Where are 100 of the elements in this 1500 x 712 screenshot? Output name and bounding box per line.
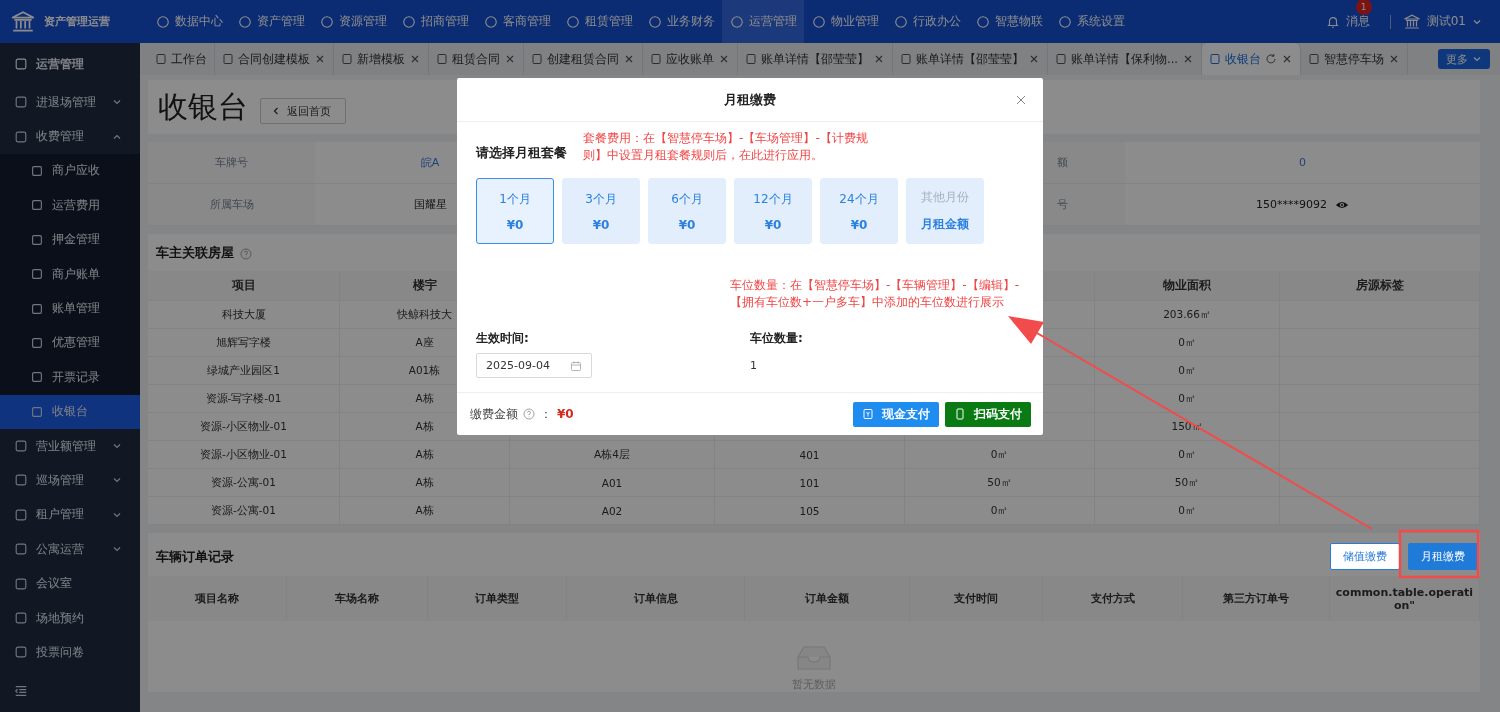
circle-icon	[729, 14, 744, 29]
square-icon	[14, 439, 28, 454]
circle-icon	[401, 14, 416, 29]
column-header: 订单类型	[428, 576, 567, 621]
package-option[interactable]: 24个月 ¥0	[820, 178, 898, 244]
circle-icon	[647, 14, 662, 29]
document-icon	[341, 53, 353, 65]
nav-menu-item[interactable]: 行政办公	[886, 0, 968, 43]
table-cell: 0㎡	[905, 441, 1095, 469]
sidebar-item[interactable]: 投票问卷	[0, 635, 140, 670]
nav-menu-item[interactable]: 数据中心	[148, 0, 230, 43]
menu-fold-icon[interactable]	[14, 684, 28, 698]
close-icon[interactable]	[409, 53, 421, 65]
sidebar-item[interactable]: 会议室	[0, 566, 140, 601]
table-cell: 0㎡	[1095, 357, 1280, 385]
primary-button[interactable]: 月租缴费	[1408, 543, 1478, 570]
nav-menu-item[interactable]: 招商管理	[394, 0, 476, 43]
table-cell: 401	[715, 441, 905, 469]
close-icon[interactable]	[1015, 94, 1027, 106]
chevron-left-icon	[271, 106, 281, 116]
close-icon[interactable]	[504, 53, 516, 65]
sidebar-subitem[interactable]: 账单管理	[0, 291, 140, 326]
tab[interactable]: 账单详情【邵莹莹】	[738, 43, 893, 75]
bell-icon[interactable]	[1325, 14, 1340, 29]
chevron-down-icon	[1472, 54, 1482, 64]
sidebar-item[interactable]: 收费管理	[0, 119, 140, 154]
nav-menu-item[interactable]: 物业管理	[804, 0, 886, 43]
sidebar-subitem[interactable]: 运营费用	[0, 188, 140, 223]
square-icon	[14, 473, 28, 488]
table-cell: A02	[510, 497, 715, 525]
sidebar-item[interactable]: 场地预约	[0, 600, 140, 636]
document-icon	[1307, 53, 1320, 65]
sidebar-subitem[interactable]: 优惠管理	[0, 325, 140, 361]
messages-link[interactable]: 消息	[1345, 13, 1370, 30]
sidebar-item[interactable]: 进退场管理	[0, 85, 140, 120]
document-icon	[650, 53, 662, 65]
sidebar-subitem[interactable]: 商户应收	[0, 153, 140, 189]
tab[interactable]: 应收账单	[643, 43, 738, 75]
package-option[interactable]: 12个月 ¥0	[734, 178, 812, 244]
date-field[interactable]: 2025-09-04	[476, 353, 592, 378]
back-button[interactable]: 返回首页	[260, 98, 346, 124]
sidebar-subitem[interactable]: 收银台	[0, 394, 140, 429]
sidebar-item[interactable]: 营业额管理	[0, 428, 140, 464]
fee-amount: ¥0	[557, 407, 574, 421]
table-cell: 资源-写字楼-01	[148, 385, 340, 413]
square-icon	[14, 95, 28, 110]
nav-menu-item[interactable]: 资产管理	[230, 0, 312, 43]
close-icon[interactable]	[314, 53, 326, 65]
sidebar-item[interactable]: 巡场管理	[0, 463, 140, 498]
table-cell: 203.66㎡	[1095, 301, 1280, 329]
nav-menu-item[interactable]: 智慧物联	[968, 0, 1050, 43]
nav-menu-item[interactable]: 业务财务	[640, 0, 722, 43]
package-option[interactable]: 6个月 ¥0	[648, 178, 726, 244]
annotation-note: 套餐费用：在【智慧停车场】-【车场管理】-【计费规则】中设置月租套餐规则后，在此进行应用。	[583, 130, 869, 164]
sidebar-item[interactable]: 公寓运营	[0, 532, 140, 567]
square-icon	[14, 542, 28, 557]
circle-icon	[237, 14, 252, 29]
column-header: 项目	[148, 271, 340, 301]
sidebar-item[interactable]: 租户管理	[0, 497, 140, 533]
table-cell: 0㎡	[1095, 385, 1280, 413]
square-icon	[30, 301, 44, 316]
circle-icon	[1057, 14, 1072, 29]
tab[interactable]: 租赁合同	[429, 43, 524, 75]
notification-badge: 1	[1355, 0, 1372, 15]
nav-menu-item[interactable]: 运营管理	[722, 0, 804, 43]
close-icon[interactable]	[718, 53, 730, 65]
package-option[interactable]: 3个月 ¥0	[562, 178, 640, 244]
circle-icon	[565, 14, 580, 29]
help-icon[interactable]	[523, 408, 535, 420]
package-option[interactable]: 其他月份 月租金额	[906, 178, 984, 244]
tab[interactable]: 账单详情【邵莹莹】	[893, 43, 1048, 75]
scan-pay-button[interactable]: 扫码支付	[945, 401, 1031, 427]
sidebar-subitem[interactable]: 开票记录	[0, 360, 140, 395]
tab[interactable]: 新增模板	[334, 43, 429, 75]
close-icon[interactable]	[1028, 53, 1040, 65]
circle-icon	[319, 14, 334, 29]
document-icon	[436, 53, 448, 65]
close-icon[interactable]	[623, 53, 635, 65]
calendar-icon	[570, 359, 582, 372]
nav-menu-item[interactable]: 租赁管理	[558, 0, 640, 43]
user-name[interactable]: 测试01	[1426, 13, 1466, 30]
close-icon[interactable]	[873, 53, 885, 65]
table-cell: 0㎡	[1095, 329, 1280, 357]
more-button[interactable]: 更多	[1438, 49, 1490, 69]
tab[interactable]: 合同创建模板	[215, 43, 334, 75]
package-option[interactable]: 1个月 ¥0	[476, 178, 554, 244]
tab[interactable]: 收银台	[1201, 43, 1301, 75]
nav-menu-item[interactable]: 系统设置	[1050, 0, 1132, 43]
cash-pay-button[interactable]: 现金支付	[853, 401, 939, 427]
nav-menu-item[interactable]: 资源管理	[312, 0, 394, 43]
tab[interactable]: 账单详情【保利物...	[1048, 43, 1202, 75]
outline-button[interactable]: 储值缴费	[1330, 543, 1400, 570]
tab[interactable]: 工作台	[148, 43, 215, 75]
nav-menu-item[interactable]: 客商管理	[476, 0, 558, 43]
tab[interactable]: 智慧停车场	[1300, 43, 1408, 75]
refresh-icon[interactable]	[1264, 53, 1277, 65]
sidebar-subitem[interactable]: 商户账单	[0, 256, 140, 292]
sidebar-title: 运营管理	[36, 55, 84, 73]
tab[interactable]: 创建租赁合同	[524, 43, 643, 75]
sidebar-subitem[interactable]: 押金管理	[0, 222, 140, 257]
